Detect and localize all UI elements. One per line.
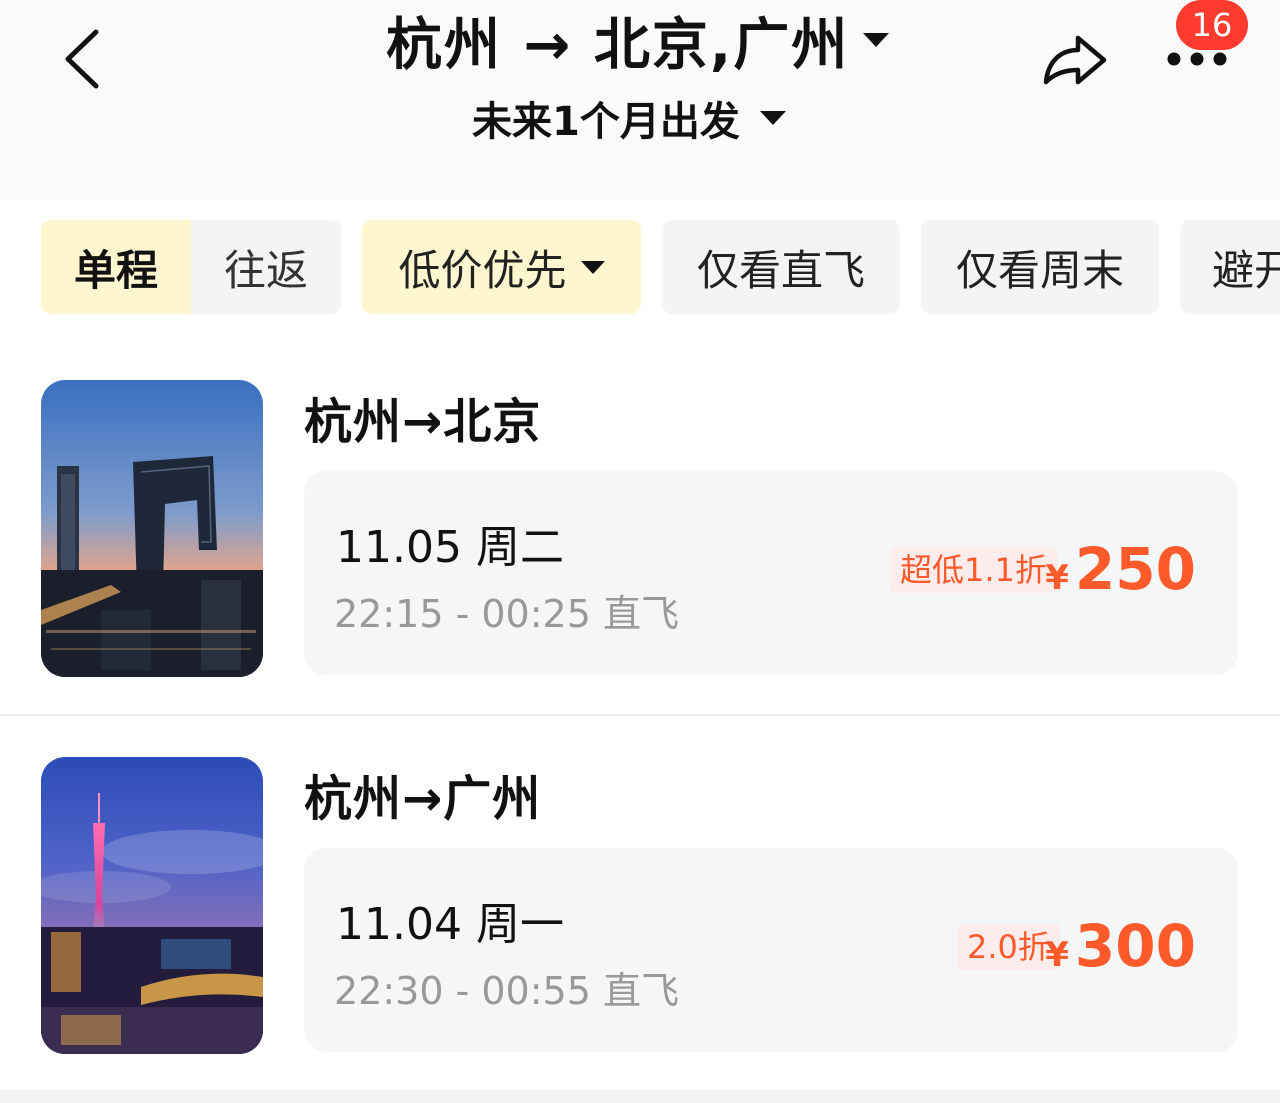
caret-down-icon bbox=[863, 33, 890, 47]
direct-only-filter[interactable]: 仅看直飞 bbox=[662, 220, 900, 314]
bottom-divider bbox=[0, 1090, 1280, 1103]
guangzhou-city-photo bbox=[41, 757, 263, 1054]
weekend-only-filter[interactable]: 仅看周末 bbox=[921, 220, 1159, 314]
sort-dropdown[interactable]: 低价优先 bbox=[362, 220, 641, 314]
avoid-filter[interactable]: 避开 bbox=[1180, 220, 1280, 314]
flight-option[interactable]: 11.04 周一 22:30 - 00:55 直飞 2.0折 ¥ 300 bbox=[304, 848, 1238, 1052]
date-range-dropdown[interactable]: 未来1个月出发 bbox=[472, 90, 786, 146]
header-bar: 杭州 → 北京,广州 未来1个月出发 16 bbox=[0, 0, 1280, 200]
round-trip-tab[interactable]: 往返 bbox=[191, 220, 341, 314]
route-title: 杭州→广州 bbox=[304, 771, 542, 827]
beijing-city-photo bbox=[41, 380, 263, 677]
one-way-tab[interactable]: 单程 bbox=[41, 220, 191, 314]
trip-type-toggle: 单程 往返 bbox=[41, 220, 341, 314]
price: ¥ 250 bbox=[1045, 535, 1196, 603]
currency-symbol: ¥ bbox=[1045, 558, 1069, 598]
currency-symbol: ¥ bbox=[1045, 935, 1069, 975]
back-arrow-icon[interactable] bbox=[58, 24, 108, 94]
flight-option[interactable]: 11.05 周二 22:15 - 00:25 直飞 超低1.1折 ¥ 250 bbox=[304, 471, 1238, 675]
notification-badge: 16 bbox=[1176, 0, 1248, 50]
share-icon[interactable] bbox=[1038, 24, 1112, 94]
route-title-dropdown[interactable]: 杭州 → 北京,广州 bbox=[386, 4, 890, 78]
flight-date: 11.04 周一 bbox=[336, 899, 564, 950]
flight-date: 11.05 周二 bbox=[336, 522, 564, 573]
caret-down-icon bbox=[759, 111, 786, 125]
price-amount: 250 bbox=[1074, 535, 1196, 603]
flight-time: 22:15 - 00:25 直飞 bbox=[334, 592, 679, 636]
caret-down-icon bbox=[580, 260, 605, 274]
date-range-label: 未来1个月出发 bbox=[472, 99, 740, 145]
flight-time: 22:30 - 00:55 直飞 bbox=[334, 969, 679, 1013]
price: ¥ 300 bbox=[1045, 912, 1196, 980]
page-title: 杭州 → 北京,广州 bbox=[386, 12, 850, 78]
discount-tag: 超低1.1折 bbox=[890, 547, 1057, 593]
filter-bar: 单程 往返 低价优先 仅看直飞 仅看周末 避开 bbox=[41, 220, 1280, 314]
price-amount: 300 bbox=[1074, 912, 1196, 980]
divider bbox=[0, 714, 1280, 716]
route-title: 杭州→北京 bbox=[304, 394, 542, 450]
sort-label: 低价优先 bbox=[398, 245, 567, 295]
